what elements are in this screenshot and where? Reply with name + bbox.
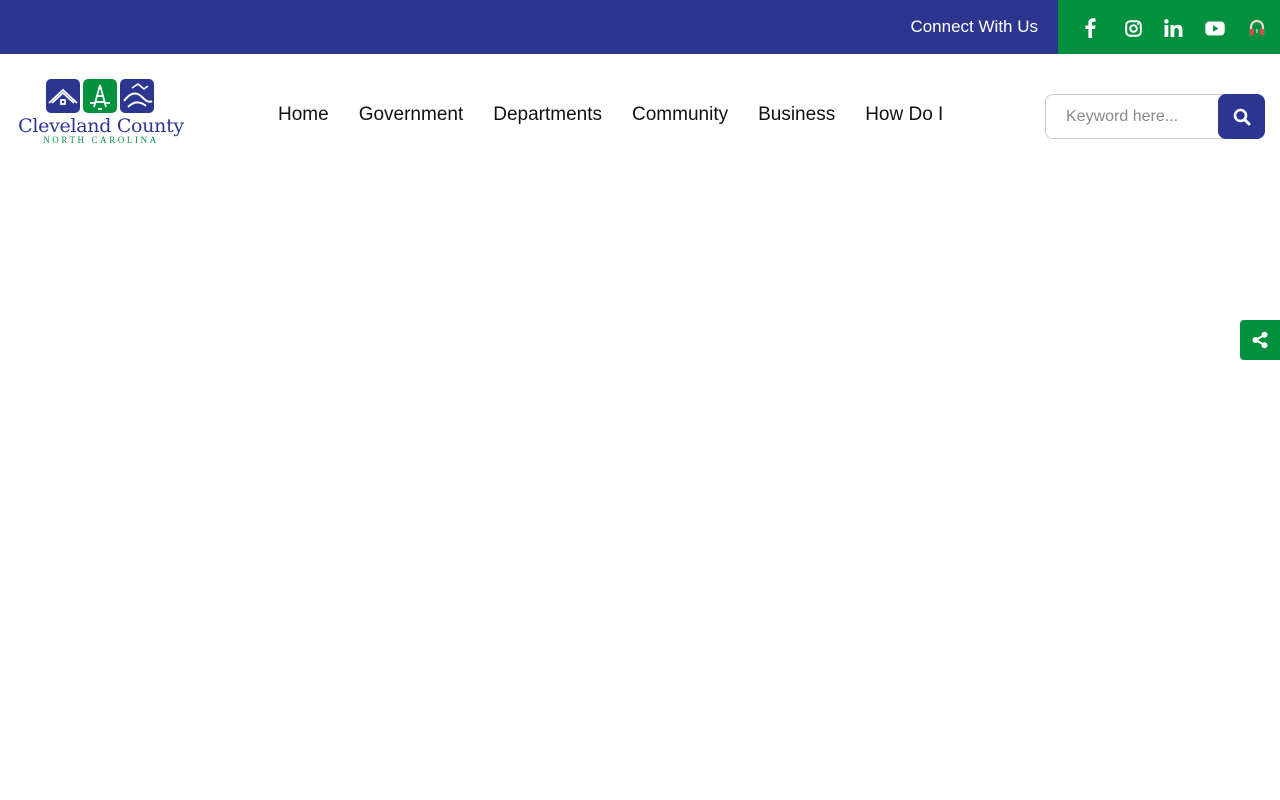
top-bar: Connect With Us <box>0 0 1280 54</box>
search-button[interactable] <box>1218 94 1265 139</box>
nav-how-do-i[interactable]: How Do I <box>865 102 943 128</box>
facebook-icon[interactable] <box>1078 16 1102 40</box>
search-icon <box>1233 108 1250 125</box>
roof-icon <box>46 79 80 113</box>
nav-business[interactable]: Business <box>758 102 835 128</box>
share-icon <box>1252 331 1268 349</box>
search-form <box>1045 94 1265 139</box>
accessibility-icon[interactable] <box>1245 16 1269 40</box>
social-links <box>1058 0 1280 54</box>
logo-name: Cleveland County <box>18 115 184 137</box>
share-button[interactable] <box>1240 320 1280 360</box>
youtube-icon[interactable] <box>1203 16 1227 40</box>
logo-subtitle: NORTH CAROLINA <box>43 135 159 145</box>
instagram-icon[interactable] <box>1121 16 1145 40</box>
nav-home[interactable]: Home <box>278 102 329 128</box>
nav-government[interactable]: Government <box>359 102 464 128</box>
linkedin-icon[interactable] <box>1161 16 1185 40</box>
cleveland-county-logo[interactable]: Cleveland County NORTH CAROLINA <box>18 79 184 145</box>
main-nav: Home Government Departments Community Bu… <box>278 102 943 128</box>
site-header: Cleveland County NORTH CAROLINA Home Gov… <box>0 54 1280 174</box>
search-input[interactable] <box>1045 94 1225 139</box>
nav-departments[interactable]: Departments <box>493 102 602 128</box>
nav-community[interactable]: Community <box>632 102 728 128</box>
connect-with-us-label: Connect With Us <box>910 17 1038 36</box>
